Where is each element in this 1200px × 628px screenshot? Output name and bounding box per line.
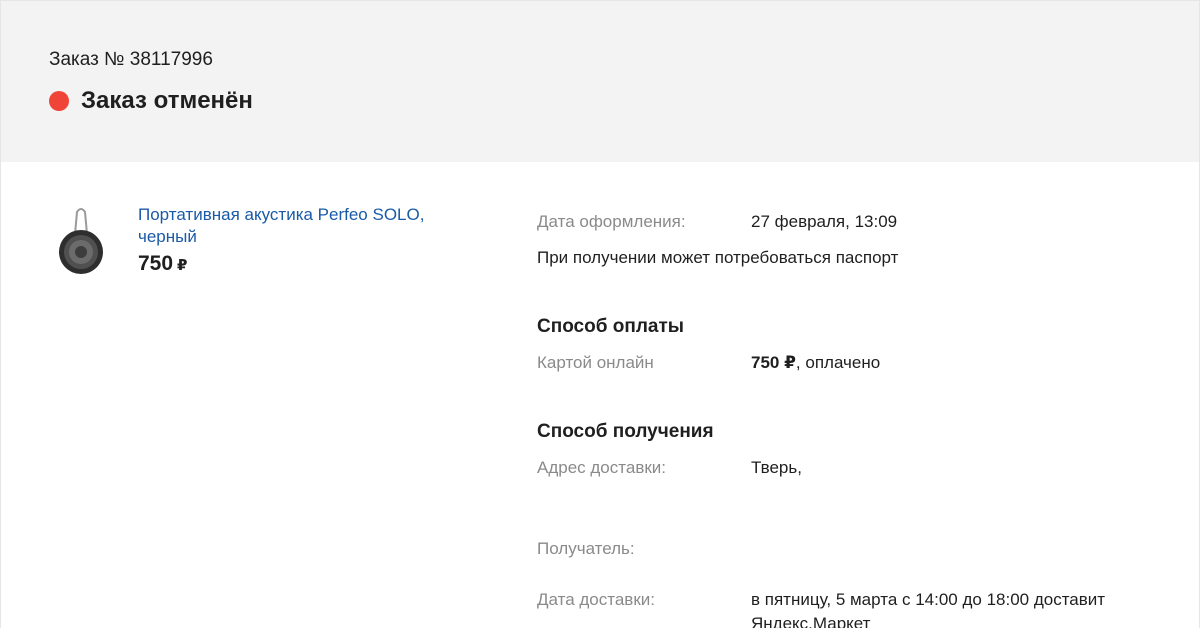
status-text: Заказ отменён bbox=[81, 87, 253, 114]
order-page: Заказ № 38117996 Заказ отменён Портативн… bbox=[0, 0, 1200, 628]
passport-note: При получении может потребоваться паспор… bbox=[537, 248, 899, 267]
order-status: Заказ отменён bbox=[49, 87, 253, 115]
delivery-address-label: Адрес доставки: bbox=[537, 458, 667, 477]
delivery-date-value-line1: в пятницу, 5 марта с 14:00 до 18:00 дост… bbox=[751, 590, 1106, 609]
payment-method: Картой онлайн bbox=[537, 353, 654, 372]
product-name-link[interactable]: Портативная акустика Perfeo SOLO, черный bbox=[138, 204, 478, 248]
payment-amount-value: 750 ₽ bbox=[751, 353, 796, 372]
order-date-value: 27 февраля, 13:09 bbox=[751, 212, 898, 231]
delivery-address-value: Тверь, bbox=[751, 458, 802, 477]
speaker-icon[interactable] bbox=[53, 204, 109, 280]
recipient-label: Получатель: bbox=[537, 539, 635, 558]
order-number: Заказ № 38117996 bbox=[49, 49, 213, 70]
product-price: 750 ₽ bbox=[138, 252, 187, 276]
order-header: Заказ № 38117996 Заказ отменён bbox=[0, 0, 1200, 162]
payment-status: , оплачено bbox=[795, 353, 881, 372]
delivery-date-value-line2: Яндекс.Маркет bbox=[751, 614, 871, 628]
status-dot-icon bbox=[49, 91, 69, 111]
payment-amount: 750 ₽, оплачено bbox=[751, 353, 880, 373]
delivery-section-title: Способ получения bbox=[537, 421, 714, 442]
order-date-label: Дата оформления: bbox=[537, 212, 686, 231]
product-price-value: 750 bbox=[138, 252, 174, 275]
delivery-date-label: Дата доставки: bbox=[537, 590, 655, 609]
order-body: Портативная акустика Perfeo SOLO, черный… bbox=[0, 162, 1200, 628]
product-price-currency: ₽ bbox=[177, 257, 188, 274]
payment-section-title: Способ оплаты bbox=[537, 316, 684, 337]
